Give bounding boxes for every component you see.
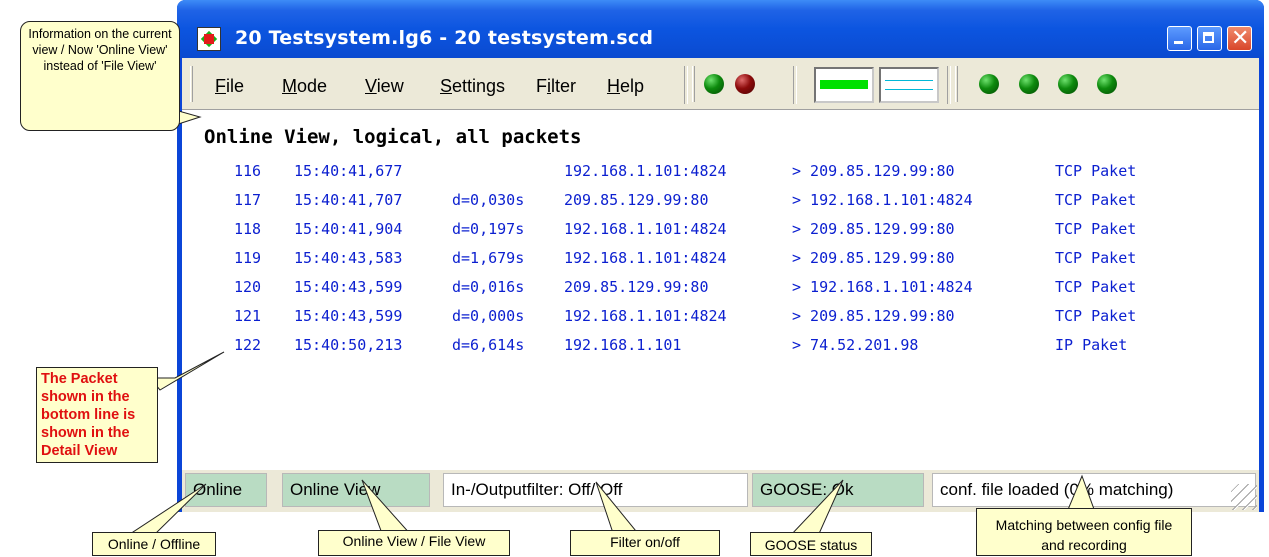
callout-online-offline-text: Online / Offline (107, 536, 201, 552)
callout-matching: Matching between config file and recordi… (976, 508, 1192, 556)
pointer-view (361, 479, 414, 537)
pointer-online (125, 483, 207, 537)
callout-view-info: Information on the current view / Now 'O… (20, 21, 180, 131)
callout-filter-text: Filter on/off (610, 534, 680, 550)
pointer-packet (148, 351, 225, 391)
callout-online-file-view-text: Online View / File View (342, 533, 486, 549)
pointer-filter (595, 481, 642, 537)
callout-online-offline: Online / Offline (92, 532, 216, 556)
callout-matching-text: Matching between config file and recordi… (995, 517, 1173, 553)
callout-pointers (125, 109, 1096, 537)
callout-goose-status: GOOSE status (750, 532, 872, 556)
pointer-matching (1066, 474, 1096, 513)
callout-packet-detail-text: The Packet shown in the bottom line is s… (41, 371, 136, 459)
callout-goose-status-text: GOOSE status (764, 537, 858, 553)
callout-view-info-text: Information on the current view / Now 'O… (28, 27, 172, 73)
callout-packet-detail: The Packet shown in the bottom line is s… (36, 367, 158, 463)
callout-online-file-view: Online View / File View (318, 530, 510, 556)
callout-filter: Filter on/off (570, 530, 720, 556)
pointer-goose (788, 479, 844, 537)
